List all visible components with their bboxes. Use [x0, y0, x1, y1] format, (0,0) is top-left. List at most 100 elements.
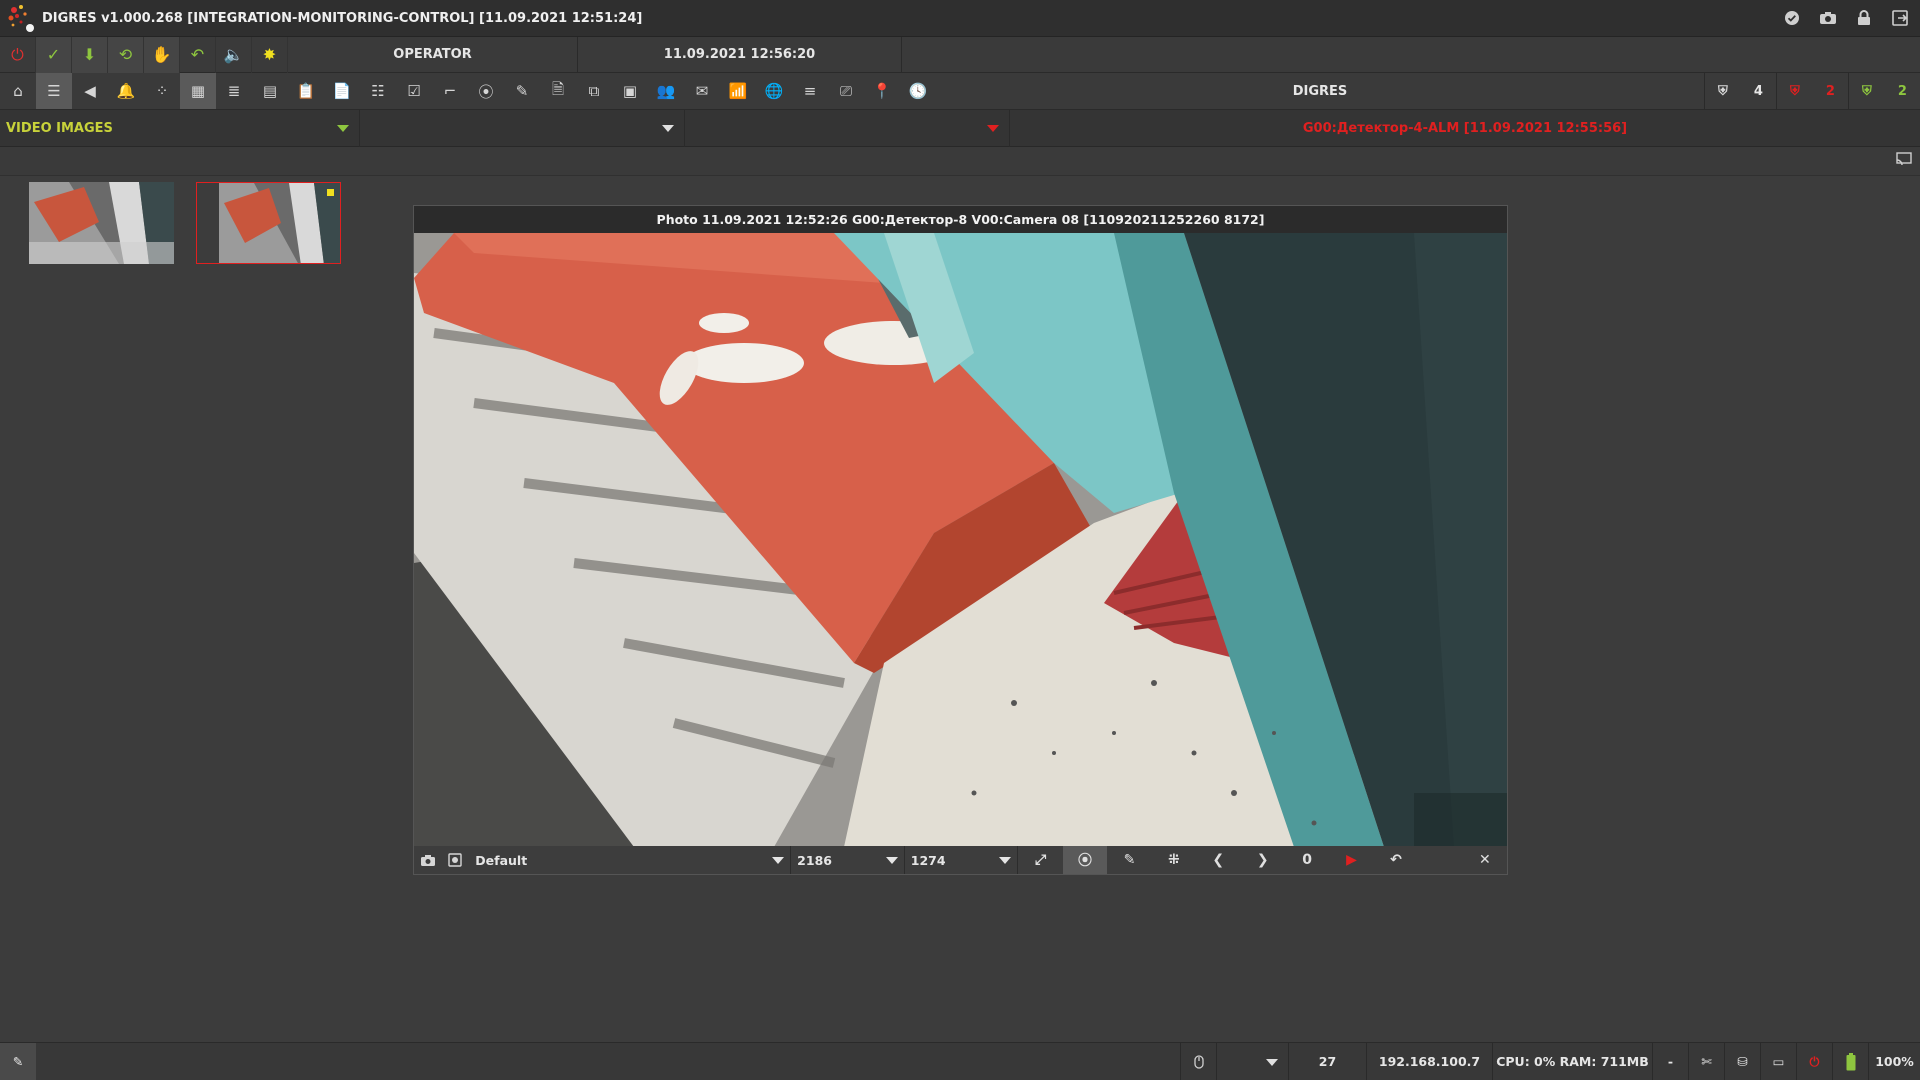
- cast-icon[interactable]: [1896, 152, 1912, 170]
- event-count: 27: [1288, 1042, 1366, 1080]
- layout-grid-icon[interactable]: ⁜: [1152, 846, 1196, 874]
- counter-ok-value: 2: [1897, 83, 1907, 99]
- counter-alarm-value: 2: [1825, 83, 1835, 99]
- grid-icon[interactable]: ▦: [180, 73, 216, 109]
- lock-icon[interactable]: [1854, 8, 1874, 28]
- object-dropdown[interactable]: [685, 109, 1010, 147]
- photo-viewer: Photo 11.09.2021 12:52:26 G00:Детектор-8…: [413, 205, 1508, 875]
- sensor-icon[interactable]: ⦿: [468, 73, 504, 109]
- chevron-down-icon: [337, 124, 349, 132]
- photo-icon[interactable]: ▣: [612, 73, 648, 109]
- camera-icon[interactable]: [1818, 8, 1838, 28]
- pdf-icon[interactable]: 📄: [324, 73, 360, 109]
- empty-slot: [1418, 846, 1462, 874]
- mail-icon[interactable]: ✉: [684, 73, 720, 109]
- counter-total-value: 4: [1753, 83, 1763, 99]
- edit-icon[interactable]: ✎: [504, 73, 540, 109]
- exit-icon[interactable]: [1890, 8, 1910, 28]
- preset-select[interactable]: Default: [469, 846, 792, 874]
- navigation-toolbar: ⌂ ☰ ◀ 🔔 ⁘ ▦ ≣ ▤ 📋 📄 ☷ ☑ ⌐ ⦿ ✎ 🗎 ⧉ ▣ 👥 ✉ …: [0, 73, 1920, 110]
- cast-icon[interactable]: ⎚: [828, 73, 864, 109]
- last-alarm-text[interactable]: G00:Детектор-4-ALM [11.09.2021 12:55:56]: [1010, 121, 1920, 136]
- thumbnail-2-selected[interactable]: [196, 182, 341, 264]
- mouse-icon[interactable]: [1180, 1042, 1216, 1080]
- download-icon[interactable]: ⬇: [72, 36, 108, 73]
- chevron-down-icon: [772, 857, 785, 864]
- group-dropdown[interactable]: [360, 109, 685, 147]
- monitor-icon[interactable]: ▭: [1760, 1042, 1796, 1080]
- database-icon[interactable]: ⛁: [1724, 1042, 1760, 1080]
- ip-address: 192.168.100.7: [1366, 1042, 1492, 1080]
- close-icon[interactable]: ✕: [1463, 846, 1507, 874]
- counter-ok[interactable]: ⛨ 2: [1848, 73, 1920, 109]
- wrench-icon[interactable]: ✄: [1688, 1042, 1724, 1080]
- sub-toolbar: [0, 147, 1920, 176]
- list-icon[interactable]: ≣: [216, 73, 252, 109]
- filter-bar: VIDEO IMAGES G00:Детектор-4-ALM [11.09.2…: [0, 109, 1920, 147]
- chart-icon[interactable]: 📶: [720, 73, 756, 109]
- checklist-icon[interactable]: ☑: [396, 73, 432, 109]
- clipboard-icon[interactable]: 📋: [288, 73, 324, 109]
- sync-icon[interactable]: ⟲: [108, 36, 144, 73]
- app-logo-icon: [4, 1, 38, 35]
- layers-icon[interactable]: ☰: [36, 73, 72, 109]
- bullet-list-icon[interactable]: ☷: [360, 73, 396, 109]
- alarm-light-icon[interactable]: ✸: [252, 36, 288, 73]
- viewer-toolbar: Default 2186 1274 ⤢ ⦿ ✎ ⁜ ❮ ❯ 0 ▶ ↶ ✕: [414, 846, 1507, 874]
- sensor-toggle-icon[interactable]: ⦿: [1062, 846, 1108, 874]
- lines-icon[interactable]: ≡: [792, 73, 828, 109]
- home-icon[interactable]: ⌂: [0, 73, 36, 109]
- cctv-icon[interactable]: ⌐: [432, 73, 468, 109]
- fit-screen-icon[interactable]: ⤢: [1018, 846, 1062, 874]
- width-select[interactable]: 2186: [791, 846, 905, 874]
- thumbnail-1[interactable]: [29, 182, 174, 264]
- speaker-icon[interactable]: 🔈: [216, 36, 252, 73]
- status-bar: ✎ 27 192.168.100.7 CPU: 0% RAM: 711MB - …: [0, 1042, 1920, 1080]
- chevron-down-icon: [999, 857, 1012, 864]
- battery-icon: [1832, 1042, 1868, 1080]
- camera-photo[interactable]: [414, 233, 1507, 847]
- snapshot-camera-icon[interactable]: [414, 846, 442, 874]
- grid-dots-icon[interactable]: ⁘: [144, 73, 180, 109]
- preset-value: Default: [475, 852, 528, 868]
- pin-icon[interactable]: ✎: [0, 1042, 36, 1080]
- play-icon[interactable]: ▶: [1329, 846, 1373, 874]
- globe-icon[interactable]: 🌐: [756, 73, 792, 109]
- document-icon[interactable]: 🗎: [540, 73, 576, 109]
- users-icon[interactable]: 👥: [648, 73, 684, 109]
- status-dropdown[interactable]: [1216, 1042, 1288, 1080]
- height-select[interactable]: 1274: [905, 846, 1019, 874]
- hand-icon[interactable]: ✋: [144, 36, 180, 73]
- reply-icon[interactable]: ↶: [1374, 846, 1418, 874]
- counter-alarm[interactable]: ⛨ 2: [1776, 73, 1848, 109]
- save-photo-icon[interactable]: [442, 846, 470, 874]
- previous-icon[interactable]: ❮: [1196, 846, 1240, 874]
- chevron-down-icon: [987, 124, 999, 132]
- back-circle-icon[interactable]: ◀: [72, 73, 108, 109]
- category-dropdown[interactable]: VIDEO IMAGES: [0, 109, 360, 147]
- counter-total[interactable]: ⛨ 4: [1704, 73, 1776, 109]
- chevron-down-icon: [885, 857, 898, 864]
- check-circle-icon[interactable]: [1782, 8, 1802, 28]
- status-dash: -: [1652, 1042, 1688, 1080]
- clock-icon[interactable]: 🕓: [900, 73, 936, 109]
- power-status-icon[interactable]: ⏻: [1796, 1042, 1832, 1080]
- photo-caption: Photo 11.09.2021 12:52:26 G00:Детектор-8…: [414, 206, 1507, 233]
- height-value: 1274: [910, 852, 946, 868]
- undo-icon[interactable]: ↶: [180, 36, 216, 73]
- calculator-icon[interactable]: ▤: [252, 73, 288, 109]
- check-icon[interactable]: ✓: [36, 36, 72, 73]
- current-datetime: 11.09.2021 12:56:20: [578, 36, 902, 73]
- title-bar: DIGRES v1.000.268 [INTEGRATION-MONITORIN…: [0, 0, 1920, 37]
- map-pin-icon[interactable]: 📍: [864, 73, 900, 109]
- next-icon[interactable]: ❯: [1241, 846, 1285, 874]
- cpu-ram-usage: CPU: 0% RAM: 711MB: [1492, 1042, 1652, 1080]
- copy-icon[interactable]: ⧉: [576, 73, 612, 109]
- power-icon[interactable]: ⏻: [0, 36, 36, 73]
- main-toolbar: ⏻ ✓ ⬇ ⟲ ✋ ↶ 🔈 ✸ OPERATOR 11.09.2021 12:5…: [0, 36, 1920, 73]
- edit-image-icon[interactable]: ✎: [1107, 846, 1151, 874]
- window-title: DIGRES v1.000.268 [INTEGRATION-MONITORIN…: [42, 10, 643, 26]
- red-shield-icon: ⛨: [1790, 83, 1800, 99]
- bell-icon[interactable]: 🔔: [108, 73, 144, 109]
- width-value: 2186: [797, 852, 832, 868]
